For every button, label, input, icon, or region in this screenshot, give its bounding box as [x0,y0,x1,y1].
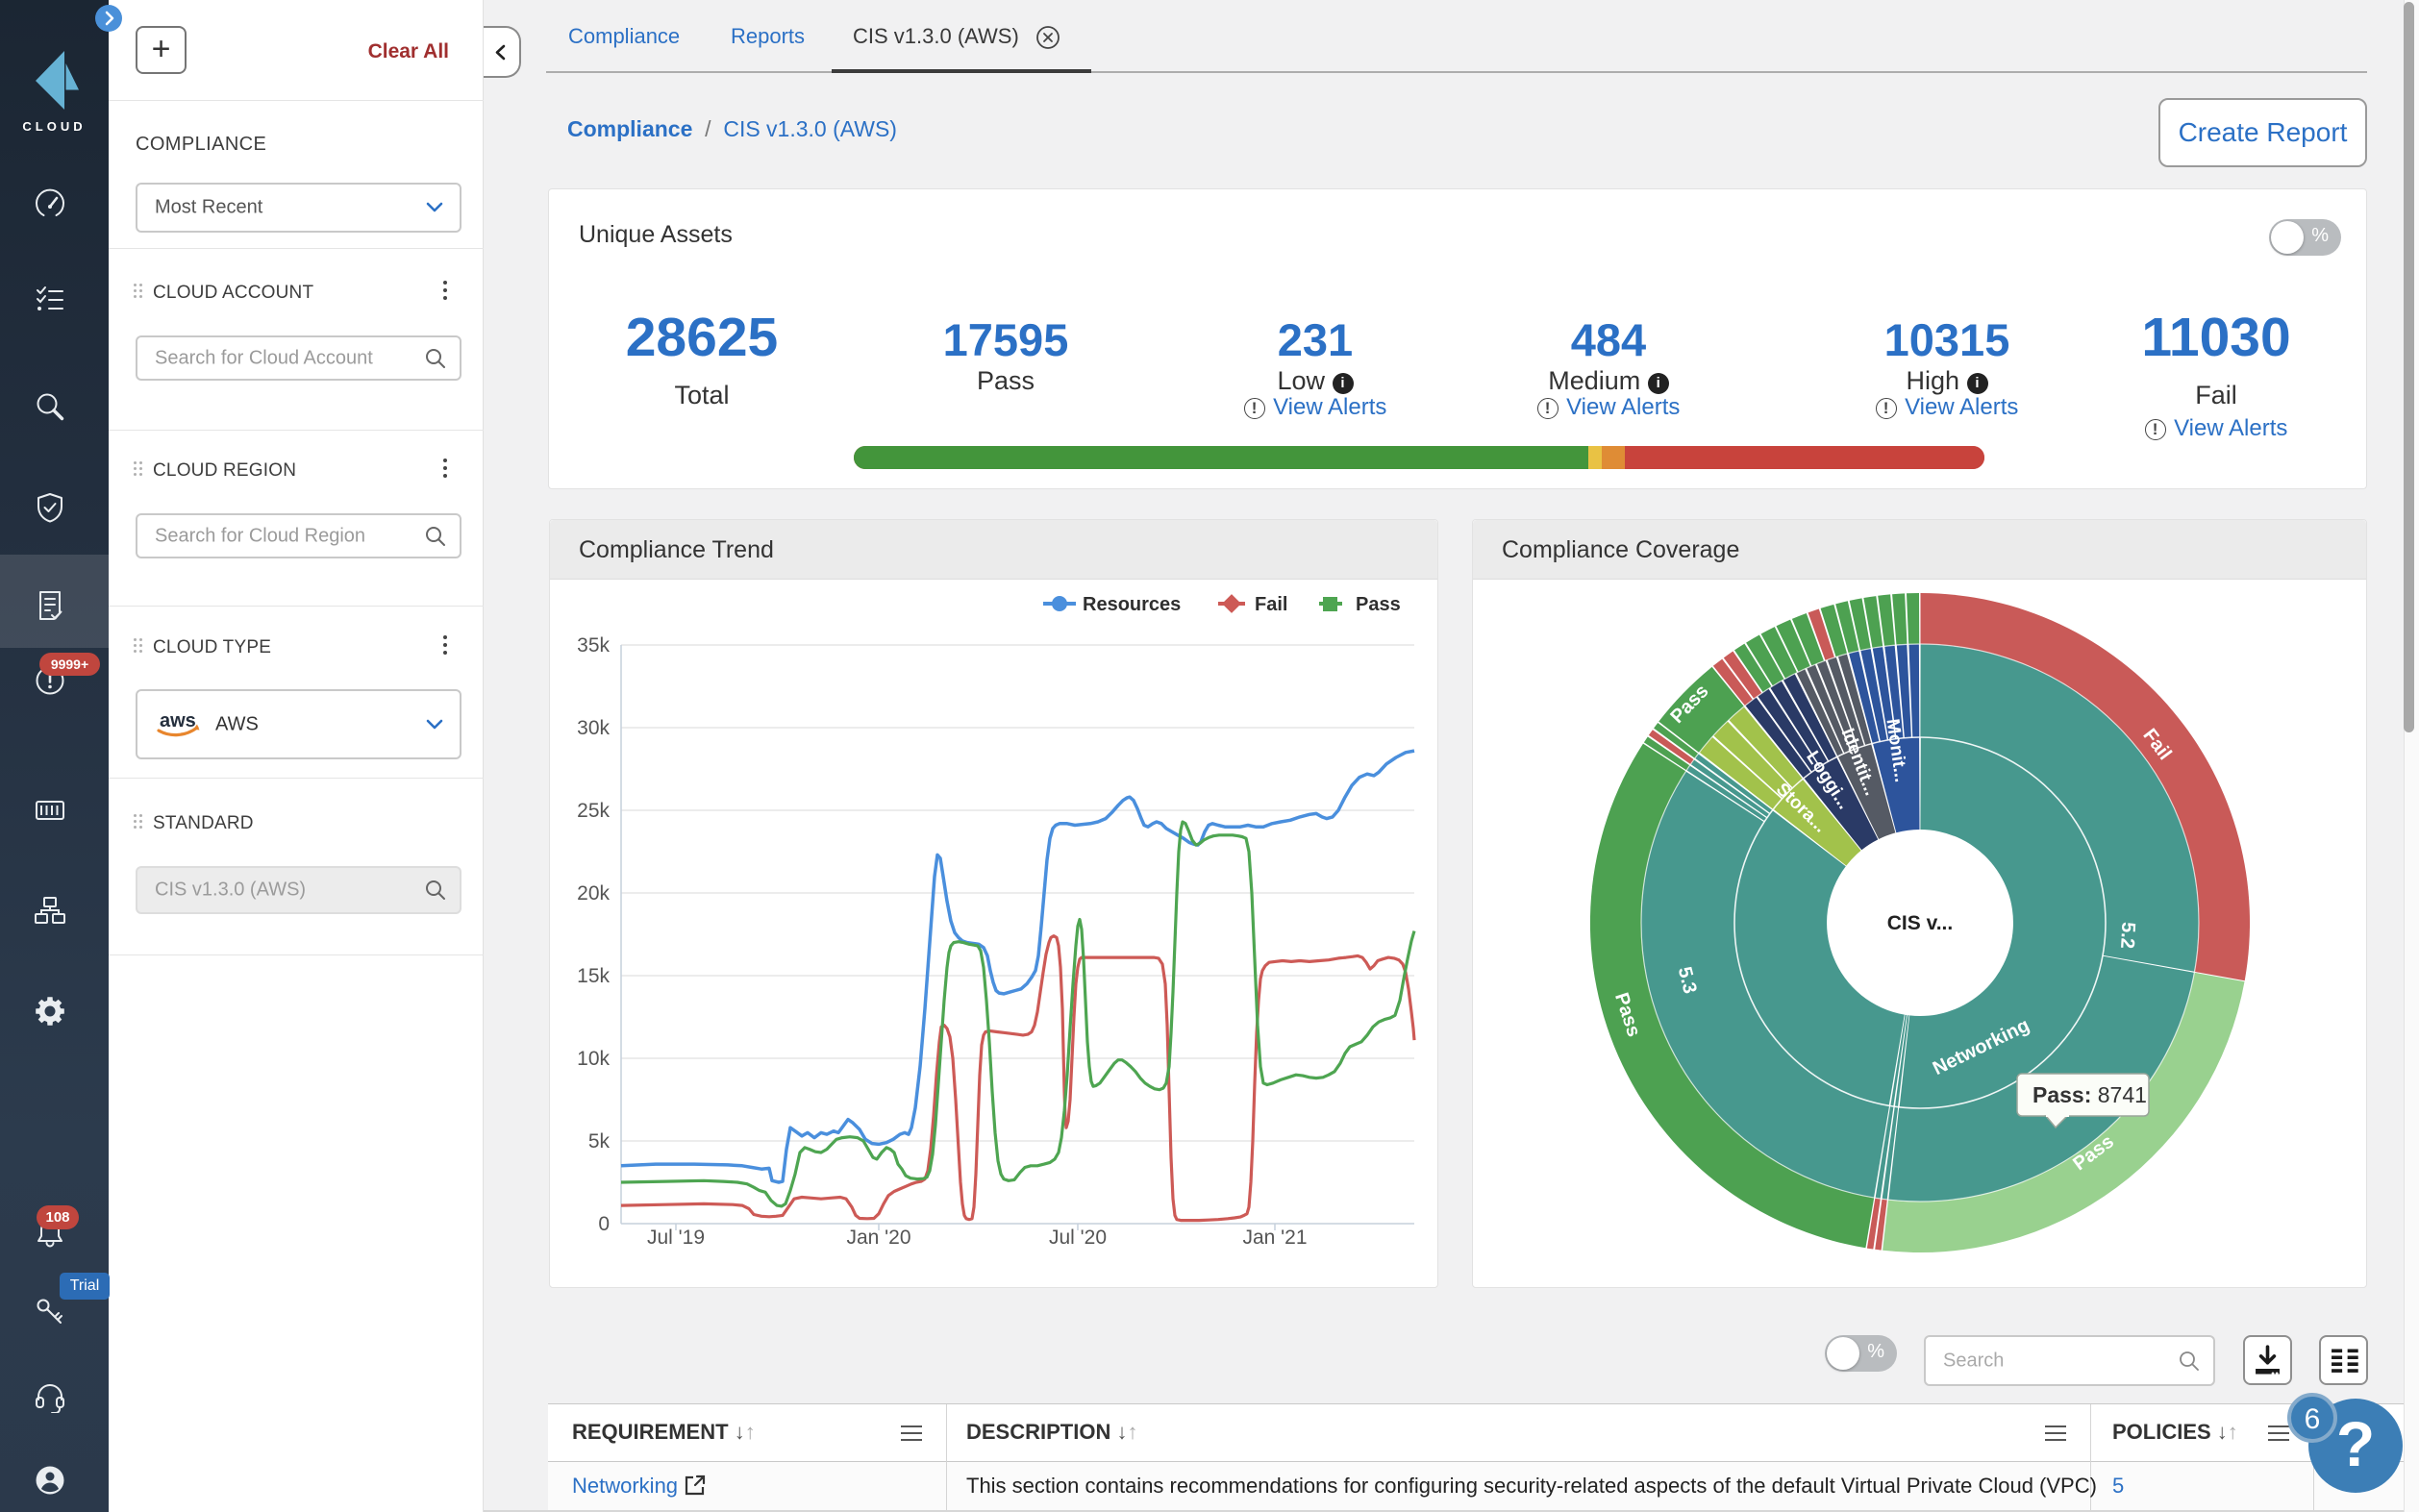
svg-text:5k: 5k [588,1130,611,1153]
svg-text:CIS v...: CIS v... [1887,912,1953,934]
svg-text:aws: aws [160,710,196,731]
svg-text:30k: 30k [577,717,610,739]
svg-text:35k: 35k [577,634,610,657]
svg-text:Resources: Resources [1083,594,1181,615]
svg-text:25k: 25k [577,800,610,822]
svg-text:20k: 20k [577,882,610,905]
svg-text:Pass: Pass [1356,594,1401,615]
svg-text:Fail: Fail [1255,594,1287,615]
svg-text:0: 0 [598,1213,610,1235]
svg-text:5.2: 5.2 [2116,922,2138,950]
svg-text:15k: 15k [577,965,610,987]
svg-text:10k: 10k [577,1048,610,1070]
svg-text:Pass: 8741: Pass: 8741 [2032,1082,2147,1107]
